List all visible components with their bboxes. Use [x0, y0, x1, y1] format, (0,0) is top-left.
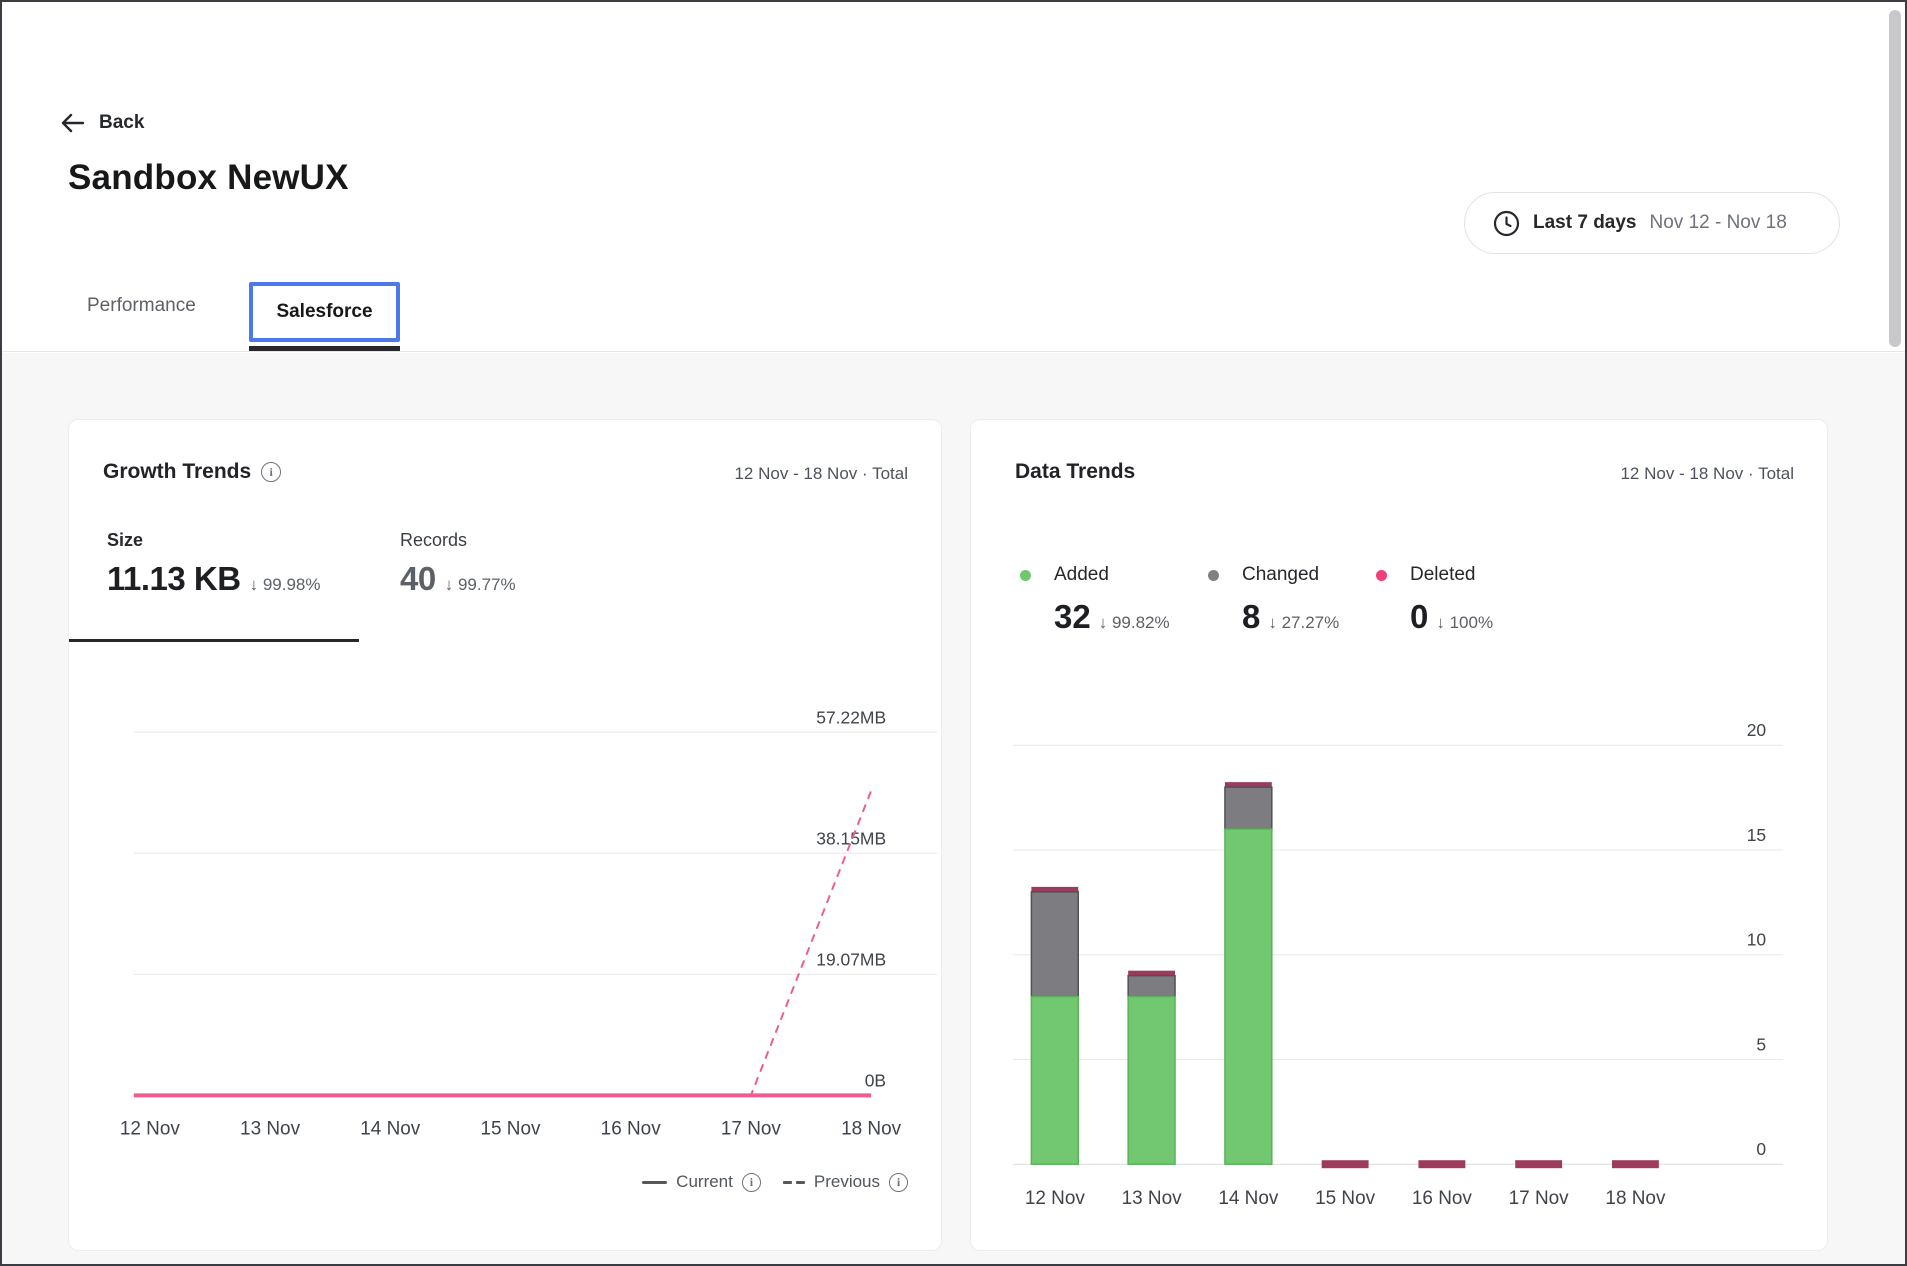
svg-text:38.15MB: 38.15MB — [816, 828, 886, 848]
solid-line-swatch — [642, 1181, 667, 1184]
svg-text:16 Nov: 16 Nov — [1412, 1188, 1473, 1209]
info-icon[interactable]: i — [742, 1173, 761, 1192]
tab-active-underline — [249, 346, 400, 351]
line-chart-legend: Current i Previous i — [642, 1172, 908, 1192]
svg-text:20: 20 — [1747, 720, 1767, 740]
svg-text:12 Nov: 12 Nov — [120, 1118, 181, 1139]
legend-previous: Previous i — [783, 1172, 908, 1192]
svg-text:19.07MB: 19.07MB — [816, 949, 886, 969]
date-range-label: Last 7 days — [1533, 212, 1637, 234]
scrollbar-thumb[interactable] — [1889, 10, 1901, 347]
page-header: Back Sandbox NewUX Last 7 days Nov 12 - … — [2, 2, 1905, 352]
page-title: Sandbox NewUX — [68, 158, 349, 198]
svg-text:0B: 0B — [865, 1070, 886, 1090]
info-icon[interactable]: i — [889, 1173, 908, 1192]
back-button[interactable]: Back — [60, 112, 144, 134]
app-window: 74c7f6a1-be75-4aff-9186-a3ac691aafbd / <… — [0, 0, 1907, 1266]
svg-text:10: 10 — [1747, 930, 1767, 950]
svg-text:15 Nov: 15 Nov — [1315, 1188, 1376, 1209]
svg-text:0: 0 — [1756, 1139, 1766, 1159]
date-range-value: Nov 12 - Nov 18 — [1650, 212, 1787, 234]
svg-text:13 Nov: 13 Nov — [240, 1118, 301, 1139]
dashed-line-swatch — [783, 1181, 805, 1184]
svg-text:18 Nov: 18 Nov — [1605, 1188, 1666, 1209]
data-trends-chart: 20 15 10 5 0 12 Nov 13 Nov 14 Nov 15 Nov 16 Nov 17… — [971, 420, 1827, 1250]
svg-text:15: 15 — [1747, 825, 1766, 845]
growth-trends-chart: 57.22MB 38.15MB 19.07MB 0B 12 Nov 13 Nov 14 No… — [69, 420, 941, 1250]
tab-performance[interactable]: Performance — [87, 295, 196, 317]
growth-trends-card: Growth Trends i 12 Nov - 18 Nov · Total … — [68, 419, 942, 1251]
svg-text:57.22MB: 57.22MB — [816, 707, 886, 727]
svg-text:15 Nov: 15 Nov — [480, 1118, 541, 1139]
date-range-button[interactable]: Last 7 days Nov 12 - Nov 18 — [1464, 192, 1840, 254]
legend-current: Current i — [642, 1172, 761, 1192]
data-trends-card: Data Trends 12 Nov - 18 Nov · Total Adde… — [970, 419, 1828, 1251]
svg-text:16 Nov: 16 Nov — [601, 1118, 662, 1139]
content-area: Growth Trends i 12 Nov - 18 Nov · Total … — [2, 353, 1905, 1266]
svg-text:5: 5 — [1756, 1034, 1766, 1054]
back-label: Back — [99, 112, 144, 134]
svg-text:17 Nov: 17 Nov — [1509, 1188, 1570, 1209]
clock-icon — [1493, 210, 1520, 237]
tab-salesforce[interactable]: Salesforce — [249, 282, 400, 342]
svg-text:14 Nov: 14 Nov — [1218, 1188, 1279, 1209]
svg-text:13 Nov: 13 Nov — [1122, 1188, 1183, 1209]
svg-text:18 Nov: 18 Nov — [841, 1118, 902, 1139]
svg-text:12 Nov: 12 Nov — [1025, 1188, 1086, 1209]
svg-text:17 Nov: 17 Nov — [721, 1118, 782, 1139]
svg-text:14 Nov: 14 Nov — [360, 1118, 421, 1139]
arrow-left-icon — [60, 112, 85, 134]
